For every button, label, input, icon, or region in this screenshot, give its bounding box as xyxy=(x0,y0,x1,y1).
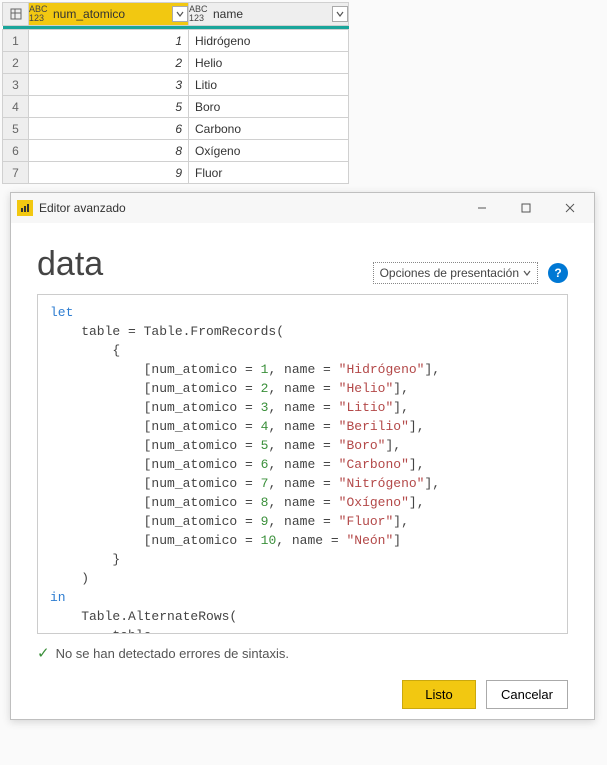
cell-name[interactable]: Fluor xyxy=(189,162,349,184)
table-row[interactable]: 45Boro xyxy=(3,96,349,118)
column-filter-dropdown[interactable] xyxy=(332,6,348,22)
column-name: num_atomico xyxy=(53,7,125,21)
cell-name[interactable]: Litio xyxy=(189,74,349,96)
datatype-icon: ABC123 xyxy=(29,5,49,23)
cell-num-atomico[interactable]: 9 xyxy=(29,162,189,184)
table-icon xyxy=(10,8,22,20)
cell-name[interactable]: Carbono xyxy=(189,118,349,140)
cell-num-atomico[interactable]: 3 xyxy=(29,74,189,96)
cell-num-atomico[interactable]: 8 xyxy=(29,140,189,162)
column-name: name xyxy=(213,7,243,21)
row-index[interactable]: 7 xyxy=(3,162,29,184)
done-label: Listo xyxy=(425,687,452,702)
row-index[interactable]: 4 xyxy=(3,96,29,118)
check-icon: ✓ xyxy=(37,644,50,662)
table-corner[interactable] xyxy=(3,3,29,26)
column-header-name[interactable]: ABC123 name xyxy=(189,3,349,26)
presentation-options-dropdown[interactable]: Opciones de presentación xyxy=(373,262,538,284)
table-row[interactable]: 11Hidrógeno xyxy=(3,30,349,52)
row-index[interactable]: 6 xyxy=(3,140,29,162)
cell-name[interactable]: Oxígeno xyxy=(189,140,349,162)
column-filter-dropdown[interactable] xyxy=(172,6,188,22)
chevron-down-icon xyxy=(176,10,184,18)
cell-name[interactable]: Hidrógeno xyxy=(189,30,349,52)
powerbi-icon xyxy=(20,203,30,213)
help-button[interactable]: ? xyxy=(548,263,568,283)
row-index[interactable]: 3 xyxy=(3,74,29,96)
minimize-icon xyxy=(477,203,487,213)
syntax-status: ✓ No se han detectado errores de sintaxi… xyxy=(37,644,568,662)
cell-name[interactable]: Helio xyxy=(189,52,349,74)
done-button[interactable]: Listo xyxy=(402,680,476,709)
query-name: data xyxy=(37,245,103,284)
column-header-num-atomico[interactable]: ABC123 num_atomico xyxy=(29,3,189,26)
code-editor[interactable]: let table = Table.FromRecords( { [num_at… xyxy=(37,294,568,634)
app-icon xyxy=(17,200,33,216)
cancel-button[interactable]: Cancelar xyxy=(486,680,568,709)
advanced-editor-window: Editor avanzado data Opciones de present… xyxy=(10,192,595,720)
cell-num-atomico[interactable]: 5 xyxy=(29,96,189,118)
presentation-options-label: Opciones de presentación xyxy=(380,266,519,280)
chevron-down-icon xyxy=(336,10,344,18)
cell-num-atomico[interactable]: 1 xyxy=(29,30,189,52)
window-minimize-button[interactable] xyxy=(460,193,504,223)
table-row[interactable]: 56Carbono xyxy=(3,118,349,140)
cancel-label: Cancelar xyxy=(501,687,553,702)
table-row[interactable]: 68Oxígeno xyxy=(3,140,349,162)
titlebar[interactable]: Editor avanzado xyxy=(11,193,594,223)
close-icon xyxy=(565,203,575,213)
row-index[interactable]: 1 xyxy=(3,30,29,52)
status-text: No se han detectado errores de sintaxis. xyxy=(56,646,289,661)
window-close-button[interactable] xyxy=(548,193,592,223)
cell-name[interactable]: Boro xyxy=(189,96,349,118)
datatype-icon: ABC123 xyxy=(189,5,209,23)
row-index[interactable]: 2 xyxy=(3,52,29,74)
table-row[interactable]: 22Helio xyxy=(3,52,349,74)
table-row[interactable]: 79Fluor xyxy=(3,162,349,184)
row-index[interactable]: 5 xyxy=(3,118,29,140)
window-maximize-button[interactable] xyxy=(504,193,548,223)
table-row[interactable]: 33Litio xyxy=(3,74,349,96)
help-label: ? xyxy=(554,266,561,280)
cell-num-atomico[interactable]: 2 xyxy=(29,52,189,74)
chevron-down-icon xyxy=(523,269,531,277)
cell-num-atomico[interactable]: 6 xyxy=(29,118,189,140)
window-title: Editor avanzado xyxy=(39,201,126,215)
preview-table: ABC123 num_atomico ABC123 name 11Hidr xyxy=(2,2,349,184)
maximize-icon xyxy=(521,203,531,213)
